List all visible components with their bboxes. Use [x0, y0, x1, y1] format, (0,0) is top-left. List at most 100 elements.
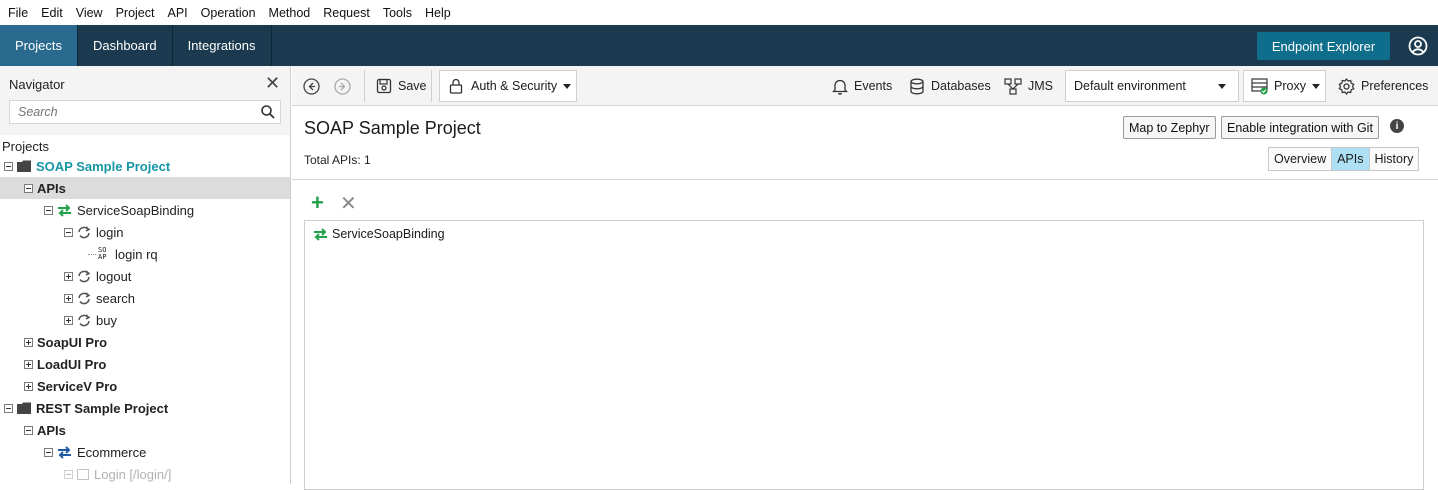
tree-node-buy[interactable]: buy	[64, 309, 117, 331]
user-account-icon[interactable]	[1408, 36, 1428, 56]
preferences-button[interactable]: Preferences	[1338, 66, 1428, 106]
collapse-icon[interactable]	[4, 161, 13, 171]
environment-value: Default environment	[1074, 79, 1186, 93]
tree-node-servicesoapbinding[interactable]: ServiceSoapBinding	[44, 199, 194, 221]
toolbar-divider	[431, 70, 432, 102]
menu-method[interactable]: Method	[269, 6, 311, 20]
tree-node-logout[interactable]: logout	[64, 265, 131, 287]
tree-label: APIs	[37, 422, 66, 438]
save-icon	[376, 78, 392, 94]
navigator-panel: Navigator ✕ Projects SOAP Sample Project…	[0, 66, 291, 484]
proxy-icon	[1251, 77, 1268, 94]
databases-label: Databases	[931, 79, 991, 93]
menu-edit[interactable]: Edit	[41, 6, 63, 20]
collapse-icon[interactable]	[4, 403, 13, 413]
database-icon	[910, 78, 924, 94]
save-button[interactable]: Save	[376, 66, 427, 106]
collapse-icon[interactable]	[64, 469, 73, 479]
back-icon[interactable]	[303, 78, 320, 95]
collapse-icon[interactable]	[24, 183, 33, 193]
menu-view[interactable]: View	[76, 6, 103, 20]
auth-security-dropdown[interactable]: Auth & Security	[439, 70, 577, 102]
close-icon[interactable]: ✕	[265, 74, 280, 92]
collapse-icon[interactable]	[24, 425, 33, 435]
tree-node-search[interactable]: search	[64, 287, 135, 309]
menu-operation[interactable]: Operation	[201, 6, 256, 20]
tree-node-loadui-pro[interactable]: LoadUI Pro	[24, 353, 106, 375]
gear-icon	[1338, 77, 1355, 95]
tree-label: SoapUI Pro	[37, 334, 108, 350]
chevron-down-icon	[1311, 83, 1320, 89]
collapse-icon[interactable]	[64, 227, 73, 237]
collapse-icon[interactable]	[44, 205, 53, 215]
menu-help[interactable]: Help	[425, 6, 451, 20]
jms-button[interactable]: JMS	[1004, 66, 1053, 106]
forward-icon[interactable]	[334, 78, 351, 95]
expand-icon[interactable]	[64, 315, 73, 325]
tree-node-soap-sample-project[interactable]: SOAP Sample Project	[4, 155, 170, 177]
endpoint-explorer-button[interactable]: Endpoint Explorer	[1257, 32, 1390, 60]
expand-icon[interactable]	[24, 337, 33, 347]
tree-label: Login [/login/]	[94, 466, 172, 482]
search-icon[interactable]	[260, 104, 276, 120]
tree-node-soapui-pro[interactable]: SoapUI Pro	[24, 331, 107, 353]
menu-tools[interactable]: Tools	[383, 6, 412, 20]
rest-api-icon	[58, 445, 71, 459]
tab-integrations[interactable]: Integrations	[173, 25, 272, 66]
tree-label: ServiceSoapBinding	[77, 202, 195, 218]
menu-project[interactable]: Project	[116, 6, 155, 20]
events-label: Events	[854, 79, 893, 93]
tab-history[interactable]: History	[1369, 148, 1419, 170]
menu-file[interactable]: File	[8, 6, 28, 20]
expand-icon[interactable]	[64, 271, 73, 281]
events-button[interactable]: Events	[832, 66, 892, 106]
bell-icon	[832, 79, 848, 95]
environment-select[interactable]: Default environment	[1065, 70, 1239, 102]
enable-git-button[interactable]: Enable integration with Git	[1221, 116, 1379, 139]
preferences-label: Preferences	[1361, 79, 1429, 93]
api-list: ServiceSoapBinding	[304, 220, 1424, 490]
tree-label: REST Sample Project	[36, 400, 169, 416]
databases-button[interactable]: Databases	[909, 66, 991, 106]
tree-label: login rq	[115, 246, 158, 262]
expand-icon[interactable]	[24, 359, 33, 369]
tree-node-login-rq[interactable]: SO AP login rq	[88, 243, 158, 265]
tab-overview[interactable]: Overview	[1269, 148, 1333, 170]
menu-bar: File Edit View Project API Operation Met…	[0, 0, 1438, 25]
save-label: Save	[398, 79, 427, 93]
menu-request[interactable]: Request	[323, 6, 370, 20]
tree-node-login[interactable]: login	[64, 221, 123, 243]
tree-label: SOAP Sample Project	[36, 158, 171, 174]
folder-icon	[17, 160, 31, 172]
expand-icon[interactable]	[24, 381, 33, 391]
tab-apis[interactable]: APIs	[1332, 148, 1370, 170]
expand-icon[interactable]	[64, 293, 73, 303]
collapse-icon[interactable]	[44, 447, 53, 457]
tree-label: ServiceV Pro	[37, 378, 118, 394]
navigator-title: Navigator	[9, 77, 65, 92]
jms-icon	[1004, 77, 1022, 95]
tree-node-login-resource[interactable]: Login [/login/]	[64, 463, 171, 484]
search-input[interactable]	[10, 101, 250, 123]
tab-projects[interactable]: Projects	[0, 25, 78, 66]
delete-api-icon[interactable]: ✕	[340, 194, 357, 214]
auth-label: Auth & Security	[471, 79, 558, 93]
navigator-search	[9, 100, 281, 124]
map-to-zephyr-button[interactable]: Map to Zephyr	[1123, 116, 1216, 139]
menu-api[interactable]: API	[167, 6, 187, 20]
add-api-icon[interactable]: +	[311, 192, 324, 214]
list-item[interactable]: ServiceSoapBinding	[313, 227, 445, 241]
tree-node-ecommerce[interactable]: Ecommerce	[44, 441, 146, 463]
proxy-dropdown[interactable]: Proxy	[1243, 70, 1326, 102]
info-icon[interactable]: i	[1390, 119, 1404, 133]
folder-icon	[17, 402, 31, 414]
soap-request-icon: SO AP	[98, 246, 107, 261]
divider	[292, 179, 1438, 180]
soap-binding-icon	[314, 227, 327, 241]
tab-dashboard[interactable]: Dashboard	[78, 25, 173, 66]
tree-node-servicev-pro[interactable]: ServiceV Pro	[24, 375, 117, 397]
operation-icon	[78, 291, 91, 304]
tree-node-rest-sample-project[interactable]: REST Sample Project	[4, 397, 168, 419]
tree-node-rest-apis[interactable]: APIs	[24, 419, 66, 441]
tree-node-apis[interactable]: APIs	[0, 177, 290, 199]
